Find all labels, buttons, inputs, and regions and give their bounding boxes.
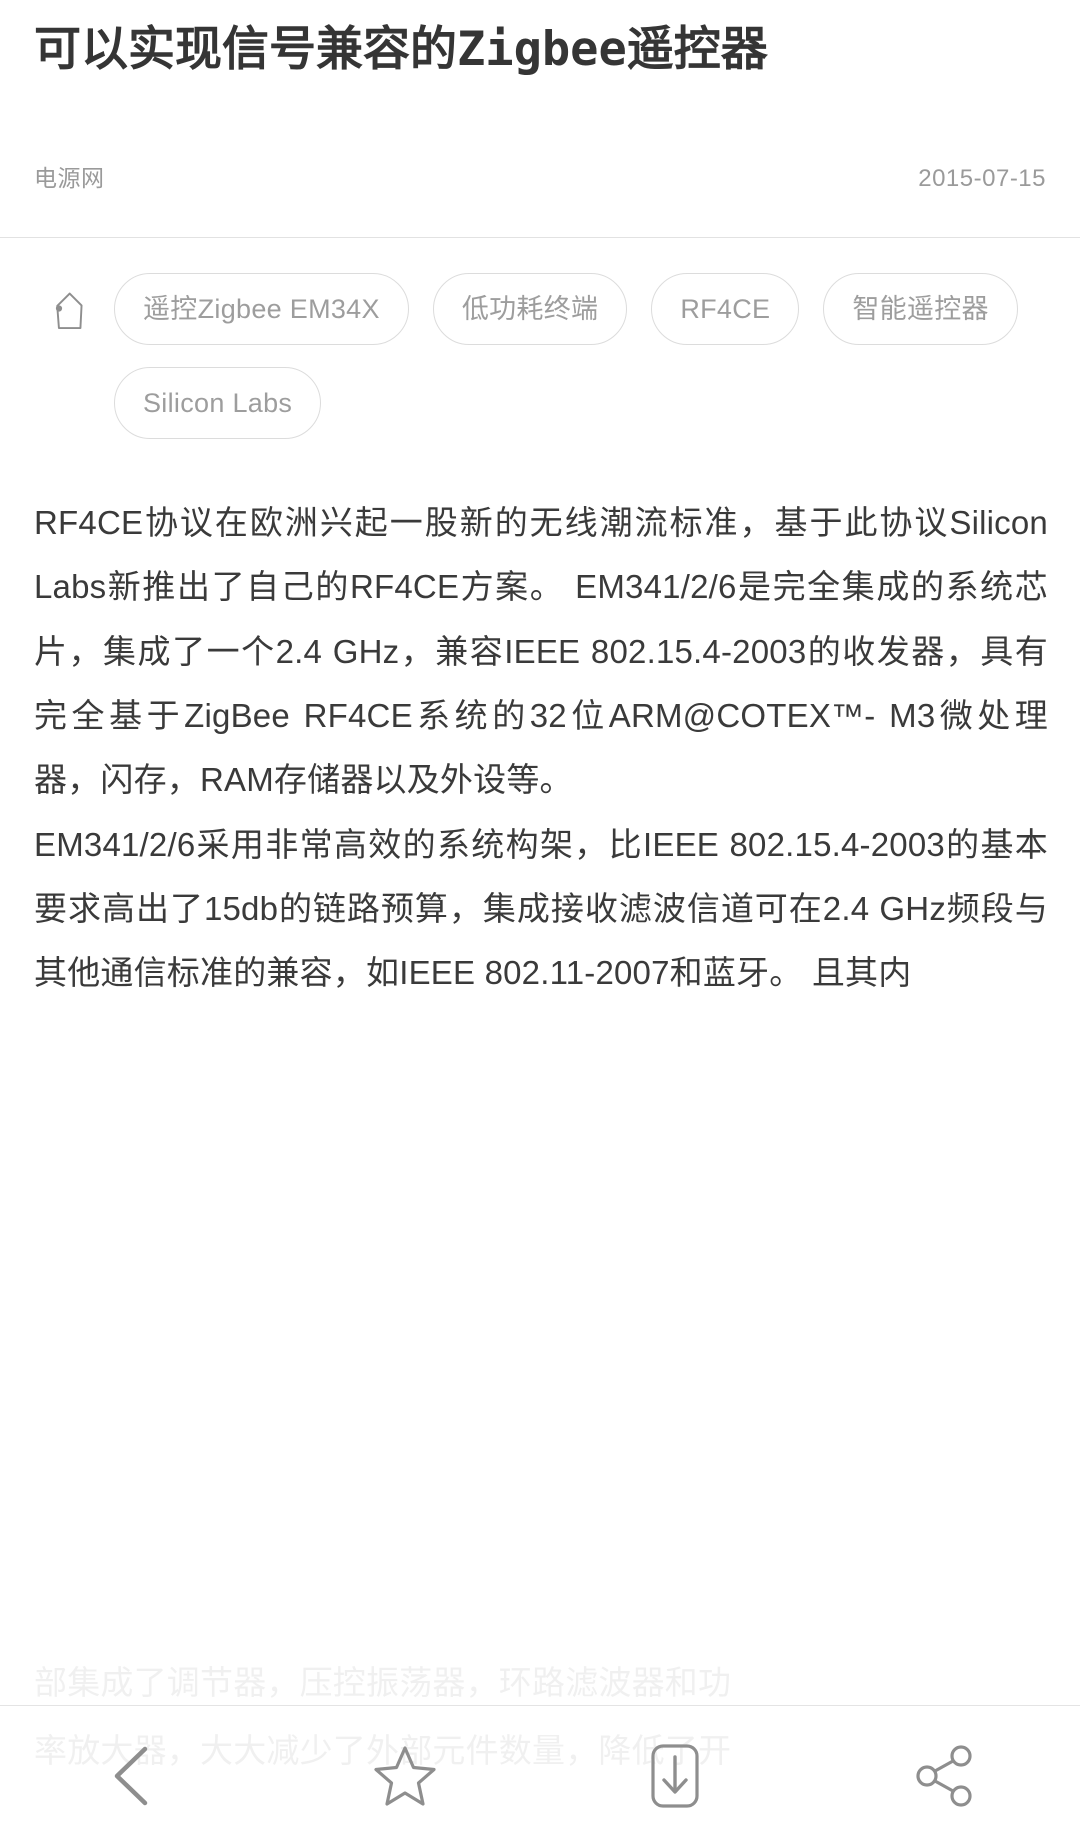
tag-section: 遥控Zigbee EM34X 低功耗终端 RF4CE 智能遥控器 Silicon… <box>0 238 1080 439</box>
tag-chip[interactable]: 低功耗终端 <box>432 272 628 345</box>
tag-chip[interactable]: RF4CE <box>651 272 800 345</box>
article-paragraph: EM341/2/6采用非常高效的系统构架，比IEEE 802.15.4-2003… <box>34 825 1048 992</box>
tag-chip[interactable]: 智能遥控器 <box>823 272 1018 345</box>
back-icon <box>105 1741 165 1811</box>
article-meta-row: 电源网 2015-07-15 <box>0 159 1080 203</box>
bottom-fade-zone: 部集成了调节器，压控振荡器，环路滤波器和功 率放大器，大大减少了外部元件数量，降… <box>0 1645 1080 1845</box>
article-date: 2015-07-15 <box>918 164 1046 192</box>
bottom-toolbar <box>0 1705 1080 1845</box>
favorite-button[interactable] <box>345 1716 465 1836</box>
tag-list: 遥控Zigbee EM34X 低功耗终端 RF4CE 智能遥控器 Silicon… <box>114 271 1050 439</box>
page-title: 可以实现信号兼容的Zigbee遥控器 <box>34 22 768 77</box>
article-source: 电源网 <box>34 164 105 191</box>
download-button[interactable] <box>615 1716 735 1836</box>
article-reader-screen: 可以实现信号兼容的Zigbee遥控器 电源网 2015-07-15 遥控Zigb… <box>0 0 1080 1845</box>
tag-icon <box>38 287 96 345</box>
download-icon <box>647 1741 703 1811</box>
tag-chip[interactable]: Silicon Labs <box>114 366 322 439</box>
article-header: 可以实现信号兼容的Zigbee遥控器 <box>0 0 1080 83</box>
share-button[interactable] <box>885 1716 1005 1836</box>
tag-chip[interactable]: 遥控Zigbee EM34X <box>114 272 409 345</box>
back-button[interactable] <box>75 1716 195 1836</box>
article-body: RF4CE协议在欧洲兴起一股新的无线潮流标准，基于此协议Silicon Labs… <box>0 439 1080 1006</box>
star-icon <box>372 1743 438 1809</box>
article-paragraph: RF4CE协议在欧洲兴起一股新的无线潮流标准，基于此协议Silicon Labs… <box>34 503 1048 799</box>
share-icon <box>912 1743 978 1809</box>
